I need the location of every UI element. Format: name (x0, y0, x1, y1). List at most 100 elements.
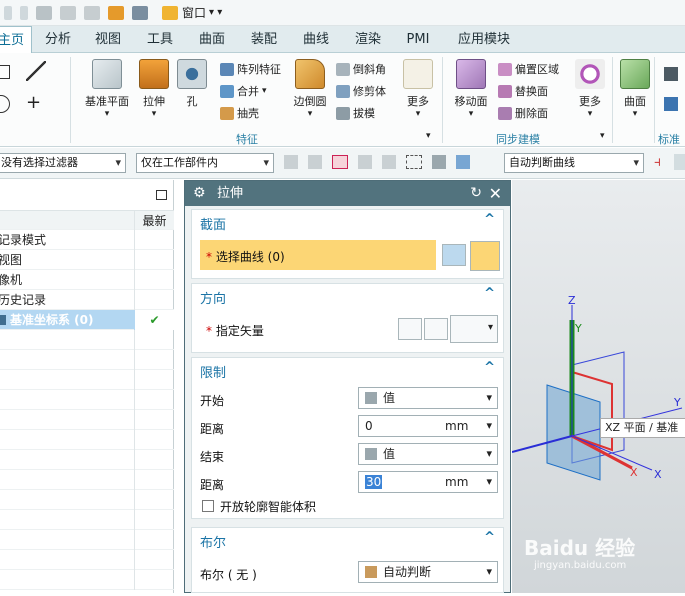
replace-face-button[interactable]: 替换面 (498, 83, 548, 99)
cut-icon[interactable] (36, 5, 52, 20)
tab-applications[interactable]: 应用模块 (452, 26, 516, 53)
tab-surface[interactable]: 曲面 (192, 26, 232, 53)
collapse-icon[interactable]: ^ (484, 212, 495, 227)
redo-icon[interactable] (20, 5, 28, 20)
curve-rule-select[interactable]: 自动判断曲线 (504, 153, 644, 173)
rectangle-icon[interactable] (0, 65, 10, 79)
feature-group-label: 特征 (236, 133, 258, 146)
edge-blend-button[interactable]: 边倒圆 ▾ (290, 59, 330, 119)
group-expand-icon[interactable]: ▾ (600, 131, 605, 141)
follow-fillet-icon[interactable] (674, 154, 685, 170)
group-expand-icon[interactable]: ▾ (426, 131, 431, 141)
window-menu[interactable]: 窗口 (182, 4, 206, 21)
watermark-brand: Baidu 经验 (524, 536, 636, 560)
tab-render[interactable]: 渲染 (348, 26, 388, 53)
offset-region-icon (498, 62, 512, 76)
tab-home[interactable]: 主页 (0, 26, 32, 53)
surface-button[interactable]: 曲面 ▾ (618, 59, 652, 119)
dialog-title: 拉伸 (217, 186, 244, 201)
scope-select[interactable]: 仅在工作部件内 (136, 153, 274, 173)
start-distance-label: 距离 (200, 422, 225, 436)
delete-face-button[interactable]: 删除面 (498, 105, 548, 121)
limits-group: 限制 ^ 开始 值 距离 0mm 结束 值 距离 30mm 开放轮廓智能体积 (191, 357, 504, 519)
window-icon[interactable] (162, 5, 178, 20)
end-select[interactable]: 值 (358, 443, 498, 465)
tab-tools[interactable]: 工具 (140, 26, 180, 53)
copy-icon[interactable] (60, 5, 76, 20)
std-tool2-icon[interactable] (664, 97, 678, 111)
more-features-icon (403, 59, 433, 89)
hole-button[interactable]: 孔 (176, 59, 208, 109)
command-finder-icon[interactable] (108, 5, 124, 20)
start-select[interactable]: 值 (358, 387, 498, 409)
circle-icon[interactable] (0, 95, 10, 113)
navigator-header: 最新 (0, 210, 174, 231)
pattern-feature-button[interactable]: 阵列特征 (220, 61, 281, 77)
reverse-direction-icon[interactable] (398, 318, 422, 340)
curve-icon[interactable] (470, 241, 500, 271)
collapse-icon[interactable]: ^ (484, 530, 495, 545)
shell-icon (220, 106, 234, 120)
start-distance-input[interactable]: 0 mm (358, 415, 498, 437)
vector-dialog-icon[interactable] (424, 318, 448, 340)
chamfer-button[interactable]: 倒斜角 (336, 61, 386, 77)
unite-button[interactable]: 合并 ▾ (220, 83, 267, 99)
list-item[interactable]: 记录模式 (0, 230, 174, 250)
dialog-titlebar: ⚙ 拉伸 ↻ ✕ (185, 181, 510, 206)
tab-analysis[interactable]: 分析 (38, 26, 78, 53)
type-filter-select[interactable]: 没有选择过滤器 (0, 153, 126, 173)
more-features-button[interactable]: 更多 ▾ (400, 59, 436, 119)
maximize-icon[interactable] (156, 190, 167, 200)
stop-at-intersection-icon[interactable]: ⫞ (654, 154, 661, 170)
draft-button[interactable]: 拔模 (336, 105, 375, 121)
shell-button[interactable]: 抽壳 (220, 105, 259, 121)
extrude-button[interactable]: 拉伸 ▾ (136, 59, 172, 119)
start-label: 开始 (200, 394, 225, 408)
line-icon[interactable] (26, 61, 46, 81)
open-profile-checkbox[interactable] (202, 500, 214, 512)
list-item[interactable]: 视图 (0, 250, 174, 270)
trim-body-icon (336, 84, 350, 98)
x2-axis-label: X (654, 468, 662, 481)
graphics-window[interactable]: Z Y Y X X XZ 平面 / 基准 Baidu 经验 jingyan.ba… (511, 180, 685, 593)
list-item[interactable]: 历史记录 (0, 290, 174, 310)
delete-face-icon (498, 106, 512, 120)
list-item[interactable]: 基准坐标系 (0) ✔ (0, 310, 174, 330)
touch-mode-icon[interactable] (132, 5, 148, 20)
tab-assembly[interactable]: 装配 (244, 26, 284, 53)
boolean-select[interactable]: 自动判断 (358, 561, 498, 583)
unite-icon (220, 84, 234, 98)
sketch-section-icon[interactable] (442, 244, 466, 266)
move-face-button[interactable]: 移动面 ▾ (450, 59, 492, 119)
select-curve-label: 选择曲线 (0) (215, 250, 285, 264)
trim-body-button[interactable]: 修剪体 (336, 83, 386, 99)
quick-access-toolbar: 窗口 ▾ ▾ (0, 0, 685, 26)
limits-header: 限制 (200, 366, 227, 381)
reset-icon[interactable]: ↻ (470, 181, 482, 206)
tab-view[interactable]: 视图 (88, 26, 128, 53)
collapse-icon[interactable]: ^ (484, 286, 495, 301)
std-tool-icon[interactable] (664, 67, 678, 81)
gear-icon[interactable]: ⚙ (193, 181, 206, 206)
chevron-down-icon[interactable]: ▾ ▾ (209, 7, 222, 18)
direction-group: 方向 ^ * 指定矢量 ▾ (191, 283, 504, 353)
undo-icon[interactable] (4, 5, 12, 20)
boolean-group: 布尔 ^ 布尔 ( 无 ) 自动判断 (191, 527, 504, 593)
point-icon[interactable]: + (26, 93, 41, 113)
specify-vector-label: 指定矢量 (215, 324, 264, 338)
paste-icon[interactable] (84, 5, 100, 20)
tab-curve[interactable]: 曲线 (296, 26, 336, 53)
boolean-header: 布尔 (200, 536, 227, 551)
snap-icons[interactable] (284, 155, 496, 171)
surface-icon (620, 59, 650, 89)
close-icon[interactable]: ✕ (489, 181, 502, 206)
tab-pmi[interactable]: PMI (398, 26, 438, 53)
offset-region-button[interactable]: 偏置区域 (498, 61, 559, 77)
replace-face-icon (498, 84, 512, 98)
vector-type-select[interactable]: ▾ (450, 315, 498, 343)
end-distance-input[interactable]: 30 mm (358, 471, 498, 493)
more-sync-button[interactable]: 更多 ▾ (574, 59, 606, 119)
datum-plane-button[interactable]: 基准平面 ▾ (80, 59, 134, 119)
list-item[interactable]: 像机 (0, 270, 174, 290)
collapse-icon[interactable]: ^ (484, 360, 495, 375)
